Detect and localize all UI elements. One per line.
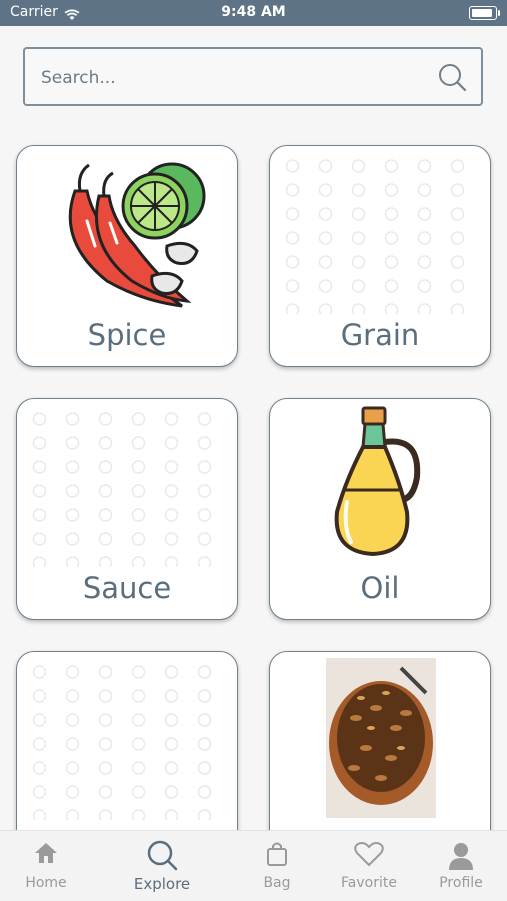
category-label: Spice <box>87 318 167 352</box>
tab-home[interactable]: Home <box>0 831 96 901</box>
tab-label: Bag <box>263 875 291 891</box>
status-time: 9:48 AM <box>221 4 286 20</box>
battery-icon <box>469 6 500 20</box>
category-label: Sauce <box>82 571 172 605</box>
tab-label: Home <box>25 875 67 891</box>
search-icon[interactable] <box>437 62 467 96</box>
placeholder-pattern <box>23 660 231 820</box>
tab-explore[interactable]: Explore <box>112 831 212 901</box>
tab-bar: Home Explore Bag Favorite Profile <box>0 830 507 901</box>
bag-icon <box>267 842 287 866</box>
tab-label: Favorite <box>341 875 397 891</box>
tab-favorite[interactable]: Favorite <box>319 831 419 901</box>
category-card-sauce[interactable]: Sauce <box>16 398 238 620</box>
category-card-oil[interactable]: Oil <box>269 398 491 620</box>
tab-label: Explore <box>133 875 191 893</box>
oil-bottle-image <box>270 399 490 569</box>
nuts-bowl-photo <box>326 658 436 818</box>
category-card-spice[interactable]: Spice <box>16 145 238 367</box>
tab-profile[interactable]: Profile <box>411 831 507 901</box>
tab-bag[interactable]: Bag <box>227 831 327 901</box>
tab-label: Profile <box>439 875 483 891</box>
placeholder-pattern <box>23 407 231 567</box>
search-input[interactable] <box>39 63 423 93</box>
category-card-grain[interactable]: Grain <box>269 145 491 367</box>
person-icon <box>449 843 473 870</box>
heart-icon <box>354 842 384 867</box>
placeholder-pattern <box>276 154 484 314</box>
category-label: Oil <box>360 571 400 605</box>
category-label: Grain <box>340 318 420 352</box>
category-card[interactable] <box>16 651 238 851</box>
status-bar: Carrier 9:48 AM <box>0 0 507 26</box>
home-icon <box>35 843 57 863</box>
category-card[interactable] <box>269 651 491 851</box>
search-icon <box>147 840 178 871</box>
search-bar <box>23 47 483 106</box>
spice-image <box>17 146 237 316</box>
